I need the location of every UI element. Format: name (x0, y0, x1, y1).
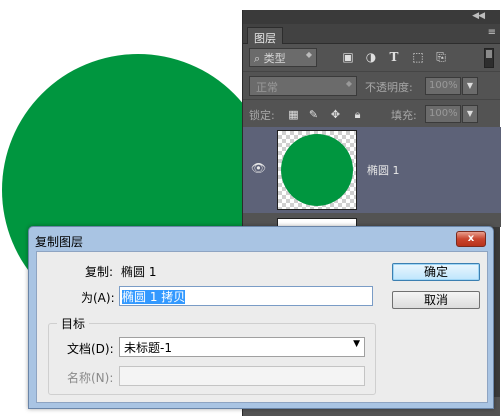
lock-brush-icon[interactable]: ✎ (307, 108, 320, 121)
document-label: 文档(D): (67, 342, 114, 356)
lock-transparent-icon[interactable]: ▦ (287, 108, 300, 121)
select-arrow-icon: ◆ (345, 79, 352, 88)
fill-label: 填充: (391, 109, 417, 122)
type-filter-icon[interactable]: T (387, 50, 401, 64)
lock-label: 锁定: (249, 109, 275, 122)
as-name-input[interactable]: 椭圆 1 拷贝 (119, 286, 373, 306)
document-select[interactable]: 未标题-1 ▼ (119, 337, 365, 357)
name-label: 名称(N): (67, 371, 114, 385)
duplicate-value: 椭圆 1 (121, 265, 157, 279)
opacity-label: 不透明度: (365, 81, 413, 94)
name-input[interactable] (119, 366, 365, 386)
layer-row-background[interactable] (243, 213, 501, 230)
ok-button[interactable]: 确定 (392, 263, 480, 281)
layer-name[interactable]: 椭圆 1 (367, 162, 400, 178)
eye-icon[interactable]: 👁︎ (251, 161, 266, 175)
dialog-title: 复制图层 (35, 235, 84, 249)
layer-row-ellipse[interactable]: 👁︎ 椭圆 1 (243, 127, 501, 213)
close-button[interactable]: x (456, 231, 486, 247)
layer-thumbnail (277, 130, 357, 210)
filter-toggle-switch[interactable] (484, 48, 494, 68)
collapse-icon[interactable]: ◀◀ (472, 11, 485, 21)
duplicate-layer-dialog: 复制图层 x 复制: 椭圆 1 为(A): 椭圆 1 拷贝 确定 取消 目标 文… (28, 226, 494, 409)
lock-move-icon[interactable]: ✥ (329, 108, 342, 121)
adjustment-filter-icon[interactable]: ◑ (364, 50, 378, 64)
panel-tab-bar: 图层 ≡ (243, 24, 500, 45)
duplicate-label: 复制: (85, 265, 114, 279)
tab-layers[interactable]: 图层 (247, 27, 283, 45)
lock-row: 锁定: ▦ ✎ ✥ 🔒︎ 填充: 100% ▼ (243, 100, 500, 128)
opacity-dropdown-button[interactable]: ▼ (462, 77, 478, 95)
panel-header-bar: ◀◀ (243, 10, 500, 24)
fill-dropdown-button[interactable]: ▼ (462, 105, 478, 123)
blend-mode-select[interactable]: 正常 ◆ (249, 76, 357, 96)
cancel-button[interactable]: 取消 (392, 291, 480, 309)
fill-field[interactable]: 100% (425, 105, 461, 123)
document-select-value: 未标题-1 (124, 341, 172, 355)
select-arrow-icon: ◆ (305, 50, 312, 59)
opacity-field[interactable]: 100% (425, 77, 461, 95)
blend-row: 正常 ◆ 不透明度: 100% ▼ (243, 72, 500, 100)
filter-type-label: 类型 (263, 52, 286, 65)
search-icon: ⌕ (254, 52, 261, 65)
thumbnail-ellipse (281, 134, 353, 206)
filter-row: ⌕ 类型 ◆ ▣ ◑ T ⬚ ⎘ (243, 44, 500, 72)
panel-menu-icon[interactable]: ≡ (488, 27, 496, 38)
lock-all-icon[interactable]: 🔒︎ (351, 108, 364, 121)
destination-group-title: 目标 (57, 315, 90, 332)
smart-object-filter-icon[interactable]: ⎘ (434, 50, 448, 64)
as-name-selected-text: 椭圆 1 拷贝 (122, 290, 186, 304)
shape-filter-icon[interactable]: ⬚ (411, 50, 425, 64)
dialog-body: 复制: 椭圆 1 为(A): 椭圆 1 拷贝 确定 取消 目标 文档(D): 未… (36, 251, 488, 403)
image-filter-icon[interactable]: ▣ (341, 50, 355, 64)
blend-mode-value: 正常 (256, 81, 278, 94)
filter-type-select[interactable]: ⌕ 类型 ◆ (249, 48, 317, 67)
chevron-down-icon: ▼ (353, 339, 360, 349)
as-label: 为(A): (81, 291, 115, 305)
